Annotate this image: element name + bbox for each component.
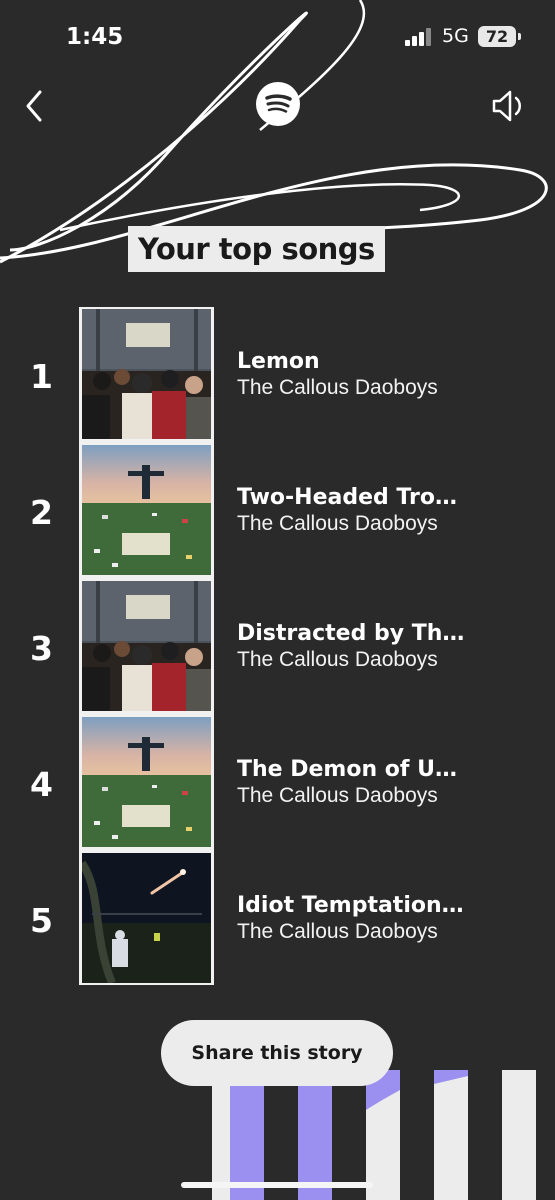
back-button[interactable] [16, 86, 56, 126]
song-rank: 2 [30, 493, 53, 532]
song-artist: The Callous Daoboys [237, 376, 438, 399]
song-rank: 5 [30, 901, 53, 940]
album-cover-field [82, 717, 211, 847]
song-row-4[interactable]: 4 The Demon of U… The Callous Daoboys [0, 717, 555, 853]
album-cover-crowd [82, 309, 211, 439]
spotify-icon [265, 94, 292, 113]
song-row-1[interactable]: 1 Lemon The Callous Daoboys [0, 309, 555, 445]
song-title: Two-Headed Tro… [237, 485, 457, 510]
status-time: 1:45 [66, 24, 124, 50]
song-row-3[interactable]: 3 Distracted by Th… The Callous Daoboys [0, 581, 555, 717]
album-cover-crowd [82, 581, 211, 711]
network-label: 5G [442, 25, 469, 47]
page-title-text: Your top songs [138, 232, 375, 266]
spotify-logo [256, 82, 300, 126]
mute-button[interactable] [488, 86, 528, 126]
song-row-2[interactable]: 2 Two-Headed Tro… The Callous Daoboys [0, 445, 555, 581]
album-cover-night [82, 853, 211, 983]
song-row-5[interactable]: 5 Idiot Temptation… The Callous Daoboys [0, 853, 555, 989]
song-artist: The Callous Daoboys [237, 648, 438, 671]
song-rank: 4 [30, 765, 53, 804]
song-title: Lemon [237, 349, 320, 374]
song-title: The Demon of U… [237, 757, 457, 782]
song-title: Distracted by Th… [237, 621, 465, 646]
album-cover-field [82, 445, 211, 575]
song-title: Idiot Temptation… [237, 893, 464, 918]
status-bar: 1:45 5G 72 [0, 0, 555, 70]
song-artist: The Callous Daoboys [237, 512, 438, 535]
speaker-icon [492, 90, 521, 122]
chevron-left-icon [26, 90, 42, 122]
song-artist: The Callous Daoboys [237, 784, 438, 807]
song-artist: The Callous Daoboys [237, 920, 438, 943]
song-rank: 3 [30, 629, 53, 668]
page-title: Your top songs [128, 226, 385, 272]
share-story-button[interactable]: Share this story [161, 1020, 393, 1086]
battery-icon: 72 [478, 26, 521, 47]
home-indicator[interactable] [181, 1182, 373, 1188]
signal-icon [405, 28, 435, 46]
decorative-stripes [212, 1070, 555, 1200]
song-rank: 1 [30, 357, 53, 396]
